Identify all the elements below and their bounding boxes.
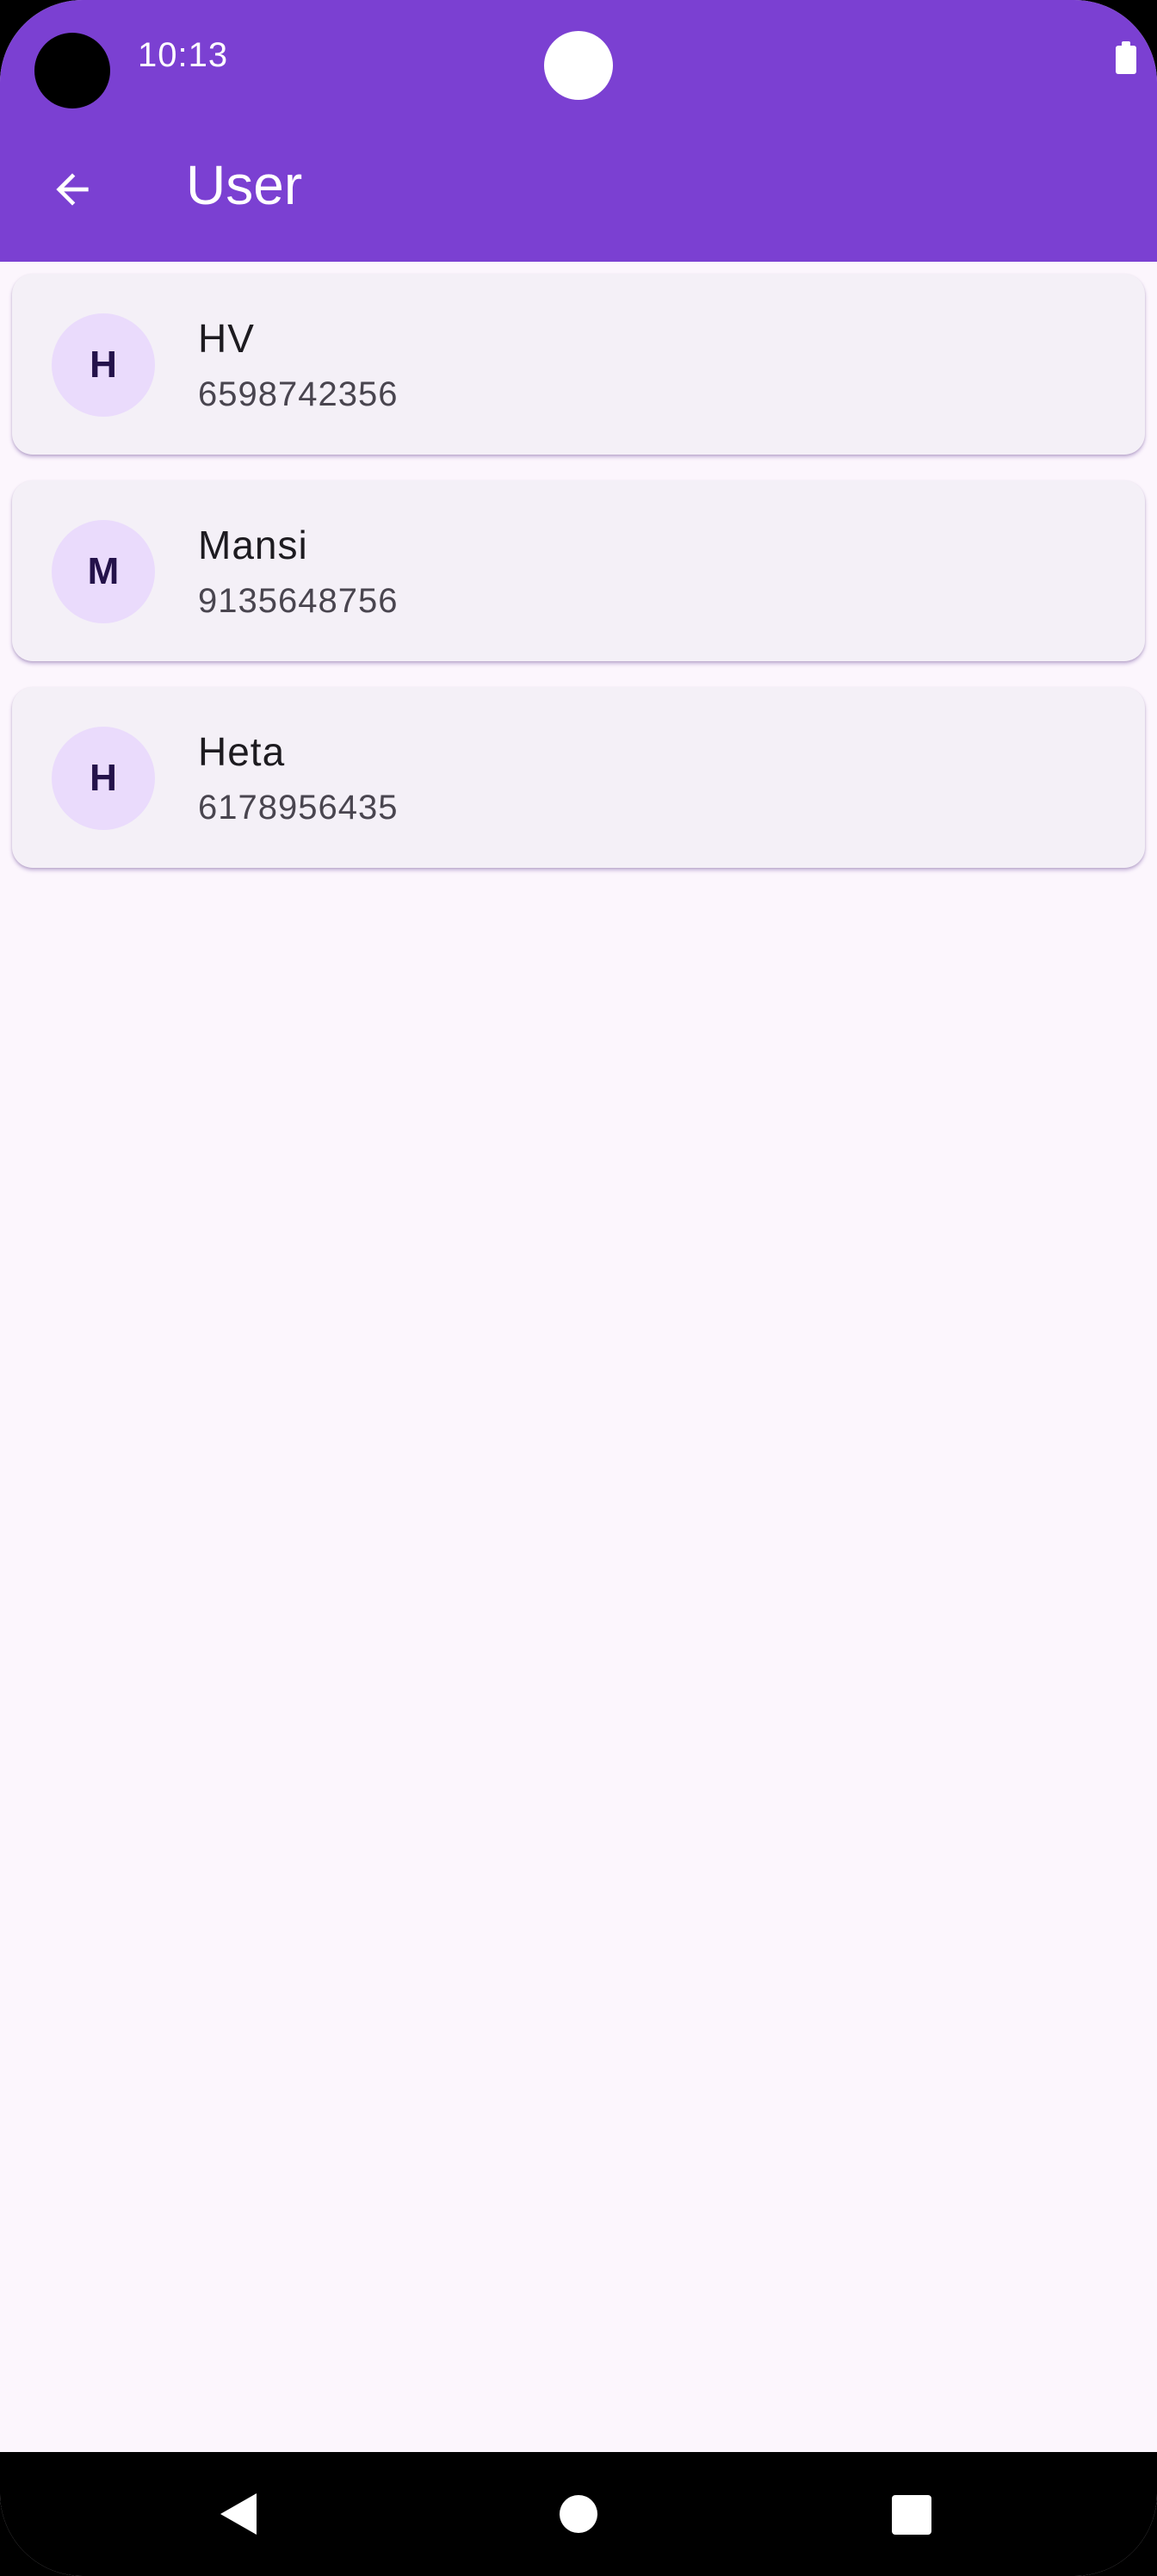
nav-home-icon[interactable]: [560, 2495, 597, 2533]
top-app-bar: 10:13 User: [0, 0, 1157, 262]
user-phone: 9135648756: [198, 582, 399, 620]
avatar: M: [52, 520, 155, 623]
avatar: H: [52, 727, 155, 830]
user-list: H HV 6598742356 M Mansi 9135648756 H Het…: [12, 274, 1145, 894]
nav-back-icon[interactable]: [220, 2493, 257, 2535]
camera-cutout: [34, 33, 110, 108]
status-time: 10:13: [138, 36, 229, 74]
list-item[interactable]: H Heta 6178956435: [12, 687, 1145, 868]
user-name: Heta: [198, 729, 286, 774]
user-phone: 6178956435: [198, 789, 399, 827]
avatar: H: [52, 313, 155, 417]
front-sensor: [544, 31, 613, 100]
list-item[interactable]: M Mansi 9135648756: [12, 480, 1145, 661]
screen: 10:13 User H HV 6598742356 M Mansi 91356…: [0, 0, 1157, 2576]
user-phone: 6598742356: [198, 375, 399, 413]
back-button[interactable]: [38, 155, 107, 224]
battery-icon: [1116, 41, 1136, 74]
system-navigation-bar: [0, 2452, 1157, 2576]
user-name: Mansi: [198, 523, 308, 567]
nav-recents-icon[interactable]: [892, 2495, 931, 2535]
list-item[interactable]: H HV 6598742356: [12, 274, 1145, 455]
user-name: HV: [198, 316, 255, 361]
arrow-back-icon: [56, 173, 89, 206]
page-title: User: [186, 154, 303, 216]
